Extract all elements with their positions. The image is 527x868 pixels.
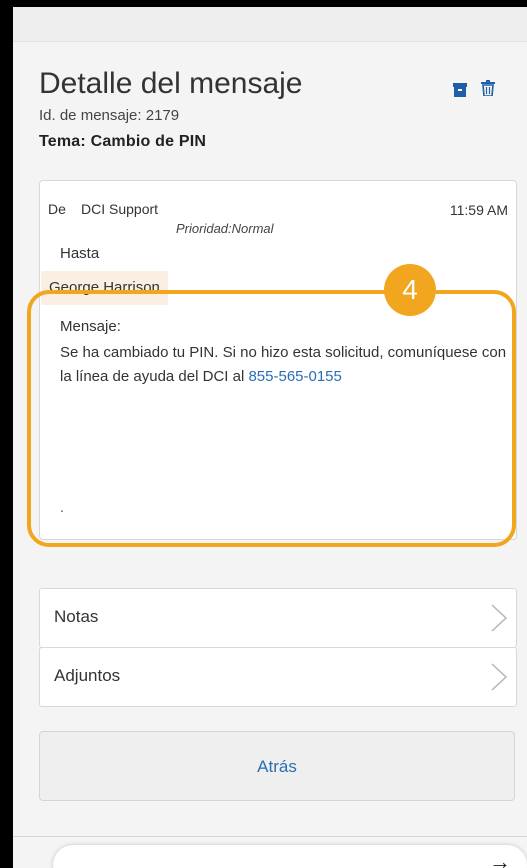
notes-label: Notas: [54, 607, 99, 626]
back-button[interactable]: Atrás: [39, 731, 515, 801]
message-id: Id. de mensaje: 2179: [39, 107, 180, 124]
highlight-frame: [27, 290, 516, 547]
arrow-right-icon: →: [489, 849, 511, 868]
page-title: Detalle del mensaje: [39, 67, 303, 100]
notes-row[interactable]: Notas: [39, 588, 517, 648]
bottom-partial-card[interactable]: →: [53, 845, 527, 868]
message-subject: Tema: Cambio de PIN: [39, 133, 207, 150]
left-black-border: [0, 0, 13, 868]
chevron-right-icon: [490, 603, 508, 633]
attachments-row[interactable]: Adjuntos: [39, 647, 517, 707]
bottom-divider: [13, 836, 527, 837]
message-time: 11:59 AM: [449, 202, 508, 218]
from-value: DCI Support: [81, 201, 159, 217]
message-detail-screen: Detalle del mensaje Id. de mensaje: 2179…: [13, 7, 527, 868]
step-badge: 4: [384, 264, 436, 316]
to-label: Hasta: [60, 245, 100, 262]
trash-icon[interactable]: [481, 80, 495, 97]
archive-icon[interactable]: [453, 83, 467, 97]
chevron-right-icon: [490, 662, 508, 692]
from-label: De: [48, 201, 66, 217]
attachments-label: Adjuntos: [54, 666, 121, 685]
priority-label: Prioridad:Normal: [176, 221, 274, 236]
top-bar: [13, 7, 527, 42]
